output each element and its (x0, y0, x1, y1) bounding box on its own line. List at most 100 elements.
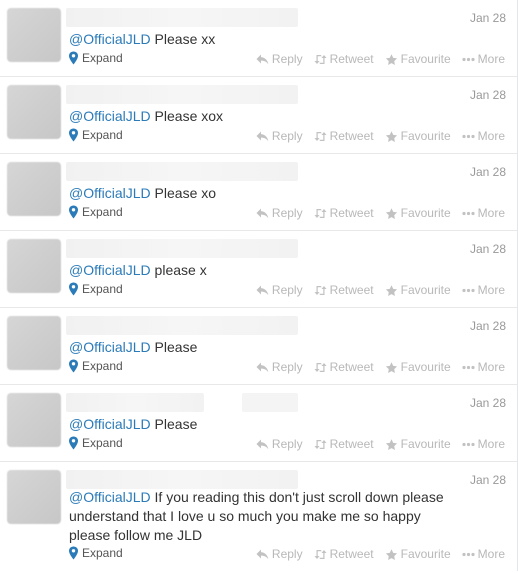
tweet-date[interactable]: Jan 28 (470, 473, 506, 487)
location-pin-icon (69, 51, 78, 65)
mention-link[interactable]: @OfficialJLD (69, 185, 151, 201)
mention-link[interactable]: @OfficialJLD (69, 31, 151, 47)
avatar[interactable] (7, 393, 61, 447)
avatar[interactable] (7, 239, 61, 293)
expand-label: Expand (82, 359, 123, 373)
expand-link[interactable]: Expand (68, 546, 123, 560)
reply-button[interactable]: Reply (256, 206, 303, 220)
reply-label: Reply (271, 283, 303, 297)
favourite-button[interactable]: Favourite (385, 52, 451, 66)
mention-link[interactable]: @OfficialJLD (69, 416, 151, 432)
retweet-button[interactable]: Retweet (314, 52, 374, 66)
tweet-item[interactable]: Jan 28 @OfficialJLD If you reading this … (0, 462, 517, 571)
tweet-date[interactable]: Jan 28 (470, 242, 506, 256)
tweet-body: Please (150, 416, 198, 432)
more-button[interactable]: More (462, 547, 505, 561)
favourite-button[interactable]: Favourite (385, 206, 451, 220)
favourite-button[interactable]: Favourite (385, 283, 451, 297)
expand-link[interactable]: Expand (68, 128, 123, 142)
tweet-item[interactable]: Jan 28 @OfficialJLD please x Expand Repl… (0, 231, 517, 308)
expand-label: Expand (82, 51, 123, 65)
tweet-item[interactable]: Jan 28 @OfficialJLD Please Expand Reply … (0, 308, 517, 385)
mention-link[interactable]: @OfficialJLD (69, 339, 151, 355)
tweet-text: @OfficialJLD Please xo (69, 184, 457, 203)
retweet-button[interactable]: Retweet (314, 129, 374, 143)
reply-icon (256, 549, 269, 559)
more-dots-icon (462, 442, 475, 446)
expand-link[interactable]: Expand (68, 359, 123, 373)
expand-label: Expand (82, 546, 123, 560)
retweet-label: Retweet (329, 547, 374, 561)
retweet-label: Retweet (329, 206, 374, 220)
tweet-text: @OfficialJLD Please (69, 338, 457, 357)
redacted-handle (242, 393, 298, 412)
favourite-label: Favourite (400, 283, 451, 297)
more-dots-icon (462, 134, 475, 138)
tweet-item[interactable]: Jan 28 @OfficialJLD Please xo Expand Rep… (0, 154, 517, 231)
reply-button[interactable]: Reply (256, 437, 303, 451)
tweet-timeline: Jan 28 @OfficialJLD Please xx Expand Rep… (0, 0, 518, 571)
more-button[interactable]: More (462, 52, 505, 66)
avatar[interactable] (7, 8, 61, 62)
retweet-button[interactable]: Retweet (314, 437, 374, 451)
tweet-date[interactable]: Jan 28 (470, 396, 506, 410)
favourite-button[interactable]: Favourite (385, 129, 451, 143)
retweet-label: Retweet (329, 283, 374, 297)
retweet-label: Retweet (329, 360, 374, 374)
star-icon (385, 130, 397, 142)
location-pin-icon (69, 205, 78, 219)
reply-button[interactable]: Reply (256, 129, 303, 143)
avatar[interactable] (7, 470, 61, 524)
retweet-button[interactable]: Retweet (314, 547, 374, 561)
tweet-item[interactable]: Jan 28 @OfficialJLD Please xx Expand Rep… (0, 0, 517, 77)
more-button[interactable]: More (462, 360, 505, 374)
avatar[interactable] (7, 316, 61, 370)
tweet-date[interactable]: Jan 28 (470, 319, 506, 333)
reply-button[interactable]: Reply (256, 360, 303, 374)
more-label: More (477, 283, 505, 297)
favourite-label: Favourite (400, 437, 451, 451)
reply-button[interactable]: Reply (256, 283, 303, 297)
expand-link[interactable]: Expand (68, 282, 123, 296)
favourite-button[interactable]: Favourite (385, 437, 451, 451)
retweet-button[interactable]: Retweet (314, 360, 374, 374)
tweet-body: please x (150, 262, 207, 278)
avatar[interactable] (7, 162, 61, 216)
mention-link[interactable]: @OfficialJLD (69, 262, 151, 278)
star-icon (385, 284, 397, 296)
expand-link[interactable]: Expand (68, 205, 123, 219)
reply-button[interactable]: Reply (256, 52, 303, 66)
more-button[interactable]: More (462, 129, 505, 143)
more-label: More (477, 52, 505, 66)
favourite-button[interactable]: Favourite (385, 360, 451, 374)
tweet-date[interactable]: Jan 28 (470, 165, 506, 179)
more-button[interactable]: More (462, 206, 505, 220)
favourite-button[interactable]: Favourite (385, 547, 451, 561)
redacted-username (66, 85, 298, 104)
reply-button[interactable]: Reply (256, 547, 303, 561)
favourite-label: Favourite (400, 52, 451, 66)
more-dots-icon (462, 57, 475, 61)
favourite-label: Favourite (400, 547, 451, 561)
expand-link[interactable]: Expand (68, 51, 123, 65)
retweet-icon (314, 54, 327, 64)
tweet-item[interactable]: Jan 28 @OfficialJLD Please xox Expand Re… (0, 77, 517, 154)
mention-link[interactable]: @OfficialJLD (69, 489, 151, 505)
retweet-button[interactable]: Retweet (314, 283, 374, 297)
expand-link[interactable]: Expand (68, 436, 123, 450)
tweet-item[interactable]: Jan 28 @OfficialJLD Please Expand Reply … (0, 385, 517, 462)
location-pin-icon (69, 128, 78, 142)
retweet-icon (314, 285, 327, 295)
mention-link[interactable]: @OfficialJLD (69, 108, 151, 124)
tweet-date[interactable]: Jan 28 (470, 88, 506, 102)
more-label: More (477, 360, 505, 374)
expand-label: Expand (82, 205, 123, 219)
avatar[interactable] (7, 85, 61, 139)
more-button[interactable]: More (462, 437, 505, 451)
retweet-button[interactable]: Retweet (314, 206, 374, 220)
tweet-body: Please xox (150, 108, 224, 124)
reply-icon (256, 208, 269, 218)
tweet-date[interactable]: Jan 28 (470, 11, 506, 25)
more-dots-icon (462, 552, 475, 556)
more-button[interactable]: More (462, 283, 505, 297)
